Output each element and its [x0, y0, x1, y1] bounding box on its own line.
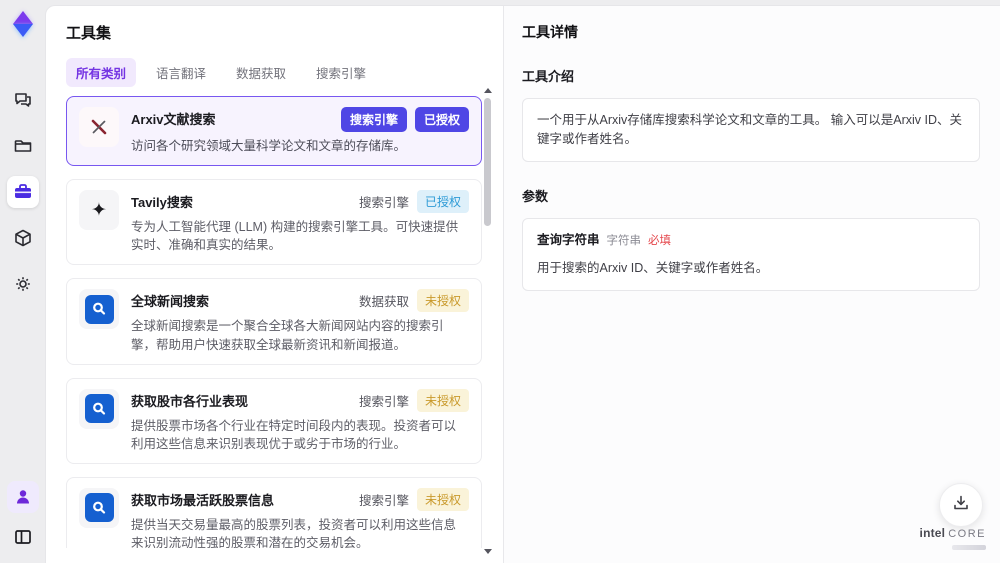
brand-intel: intel: [919, 526, 946, 540]
tool-description: 全球新闻搜索是一个聚合全球各大新闻网站内容的搜索引擎，帮助用户快速获取全球最新资…: [131, 319, 444, 352]
scrollbar-thumb[interactable]: [484, 98, 491, 226]
main-content: 工具集 所有类别 语言翻译 数据获取 搜索引擎 Arxiv文献搜索 搜索引擎 已…: [45, 5, 1000, 563]
params-heading: 参数: [522, 188, 549, 204]
parameter-description: 用于搜索的Arxiv ID、关键字或作者姓名。: [537, 260, 769, 275]
required-badge: 必填: [648, 234, 672, 247]
tool-card[interactable]: ✦ Tavily搜索 搜索引擎 已授权 专为人工智能代理 (LLM) 构建的搜索…: [66, 179, 482, 266]
sidebar-item-models[interactable]: [7, 222, 39, 254]
intel-core-logo: intel CORE: [920, 524, 986, 550]
tool-description: 提供当天交易量最高的股票列表，投资者可以利用这些信息来识别流动性强的股票和潜在的…: [131, 517, 457, 548]
sidebar-item-user[interactable]: [6, 481, 39, 513]
tavily-star-icon: ✦: [79, 190, 119, 231]
tool-name: 获取股市各行业表现: [131, 393, 249, 409]
user-icon: [13, 487, 33, 507]
sidebar-rail: [0, 0, 45, 563]
tool-name: Arxiv文献搜索: [131, 112, 216, 127]
app-logo[interactable]: [6, 8, 40, 42]
page-title: 工具集: [66, 25, 112, 42]
download-icon: [951, 493, 971, 518]
parameter-type: 字符串: [606, 234, 642, 247]
news-search-icon: [79, 289, 119, 330]
arxiv-logo-icon: [79, 107, 119, 147]
news-search-icon: [79, 388, 119, 429]
tool-details-panel: 工具详情 工具介绍 一个用于从Arxiv存储库搜索科学论文和文章的工具。 输入可…: [504, 6, 1000, 563]
tool-card[interactable]: 获取市场最活跃股票信息 搜索引擎 未授权 提供当天交易量最高的股票列表，投资者可…: [66, 476, 482, 548]
briefcase-icon: [12, 181, 34, 203]
intro-box: 一个用于从Arxiv存储库搜索科学论文和文章的工具。 输入可以是Arxiv ID…: [522, 98, 980, 162]
auth-status-badge: 已授权: [414, 107, 469, 132]
sidebar-bottom: [6, 481, 39, 553]
tool-description: 提供股票市场各个行业在特定时间段内的表现。投资者可以利用这些信息来识别表现优于或…: [131, 418, 457, 451]
tab-language-translation[interactable]: 语言翻译: [146, 58, 216, 87]
scroll-down-arrow-icon[interactable]: [484, 549, 492, 554]
intro-text: 一个用于从Arxiv存储库搜索科学论文和文章的工具。 输入可以是Arxiv ID…: [537, 113, 963, 146]
tool-name: Tavily搜索: [131, 195, 193, 211]
tab-all-categories[interactable]: 所有类别: [66, 58, 137, 87]
sidebar-item-tools[interactable]: [6, 176, 39, 208]
news-search-icon: [79, 487, 119, 528]
download-button[interactable]: [939, 483, 983, 527]
auth-status-badge: 未授权: [416, 289, 469, 313]
folder-icon: [12, 135, 34, 157]
intro-heading: 工具介绍: [522, 69, 575, 84]
tool-list: Arxiv文献搜索 搜索引擎 已授权 访问各个研究领域大量科学论文和文章的存储库…: [66, 96, 482, 548]
parameter-box: 查询字符串 字符串 必填 用于搜索的Arxiv ID、关键字或作者姓名。: [522, 217, 980, 291]
category-badge: 搜索引擎: [358, 394, 409, 409]
chat-icon: [12, 89, 34, 111]
tool-name: 获取市场最活跃股票信息: [131, 492, 275, 508]
list-scrollbar[interactable]: [483, 88, 493, 554]
panel-layout-icon: [13, 527, 33, 547]
sidebar-item-settings[interactable]: [7, 268, 39, 300]
tool-card[interactable]: 全球新闻搜索 数据获取 未授权 全球新闻搜索是一个聚合全球各大新闻网站内容的搜索…: [66, 278, 482, 365]
sidebar-item-panel-toggle[interactable]: [7, 521, 39, 553]
parameter-header: 查询字符串 字符串 必填: [537, 231, 965, 250]
tools-panel: 工具集 所有类别 语言翻译 数据获取 搜索引擎 Arxiv文献搜索 搜索引擎 已…: [46, 6, 503, 563]
auth-status-badge: 已授权: [416, 190, 469, 214]
tool-description: 专为人工智能代理 (LLM) 构建的搜索引擎工具。可快速提供实时、准确和真实的结…: [131, 220, 459, 253]
category-badge: 搜索引擎: [358, 493, 409, 508]
category-badge: 搜索引擎: [340, 107, 407, 132]
details-title: 工具详情: [522, 24, 578, 40]
tool-description: 访问各个研究领域大量科学论文和文章的存储库。: [131, 139, 407, 153]
sidebar-nav: [6, 84, 39, 300]
tool-card[interactable]: 获取股市各行业表现 搜索引擎 未授权 提供股票市场各个行业在特定时间段内的表现。…: [66, 377, 482, 464]
cube-icon: [12, 227, 34, 249]
auth-status-badge: 未授权: [416, 388, 469, 412]
gem-logo-icon: [12, 11, 33, 24]
tool-card[interactable]: Arxiv文献搜索 搜索引擎 已授权 访问各个研究领域大量科学论文和文章的存储库…: [66, 96, 482, 167]
tool-name: 全球新闻搜索: [131, 294, 210, 310]
gear-icon: [12, 273, 34, 295]
category-badge: 搜索引擎: [358, 196, 409, 211]
sidebar-item-files[interactable]: [7, 130, 39, 162]
category-tabs: 所有类别 语言翻译 数据获取 搜索引擎: [66, 58, 503, 87]
sidebar-item-chat[interactable]: [7, 84, 39, 116]
brand-core: CORE: [948, 528, 986, 540]
tab-search-engine[interactable]: 搜索引擎: [306, 58, 376, 87]
scroll-up-arrow-icon[interactable]: [484, 88, 492, 93]
category-badge: 数据获取: [358, 295, 409, 310]
auth-status-badge: 未授权: [416, 487, 469, 511]
tab-data-fetching[interactable]: 数据获取: [226, 58, 296, 87]
parameter-name: 查询字符串: [537, 232, 600, 247]
brand-bar: [952, 545, 986, 550]
